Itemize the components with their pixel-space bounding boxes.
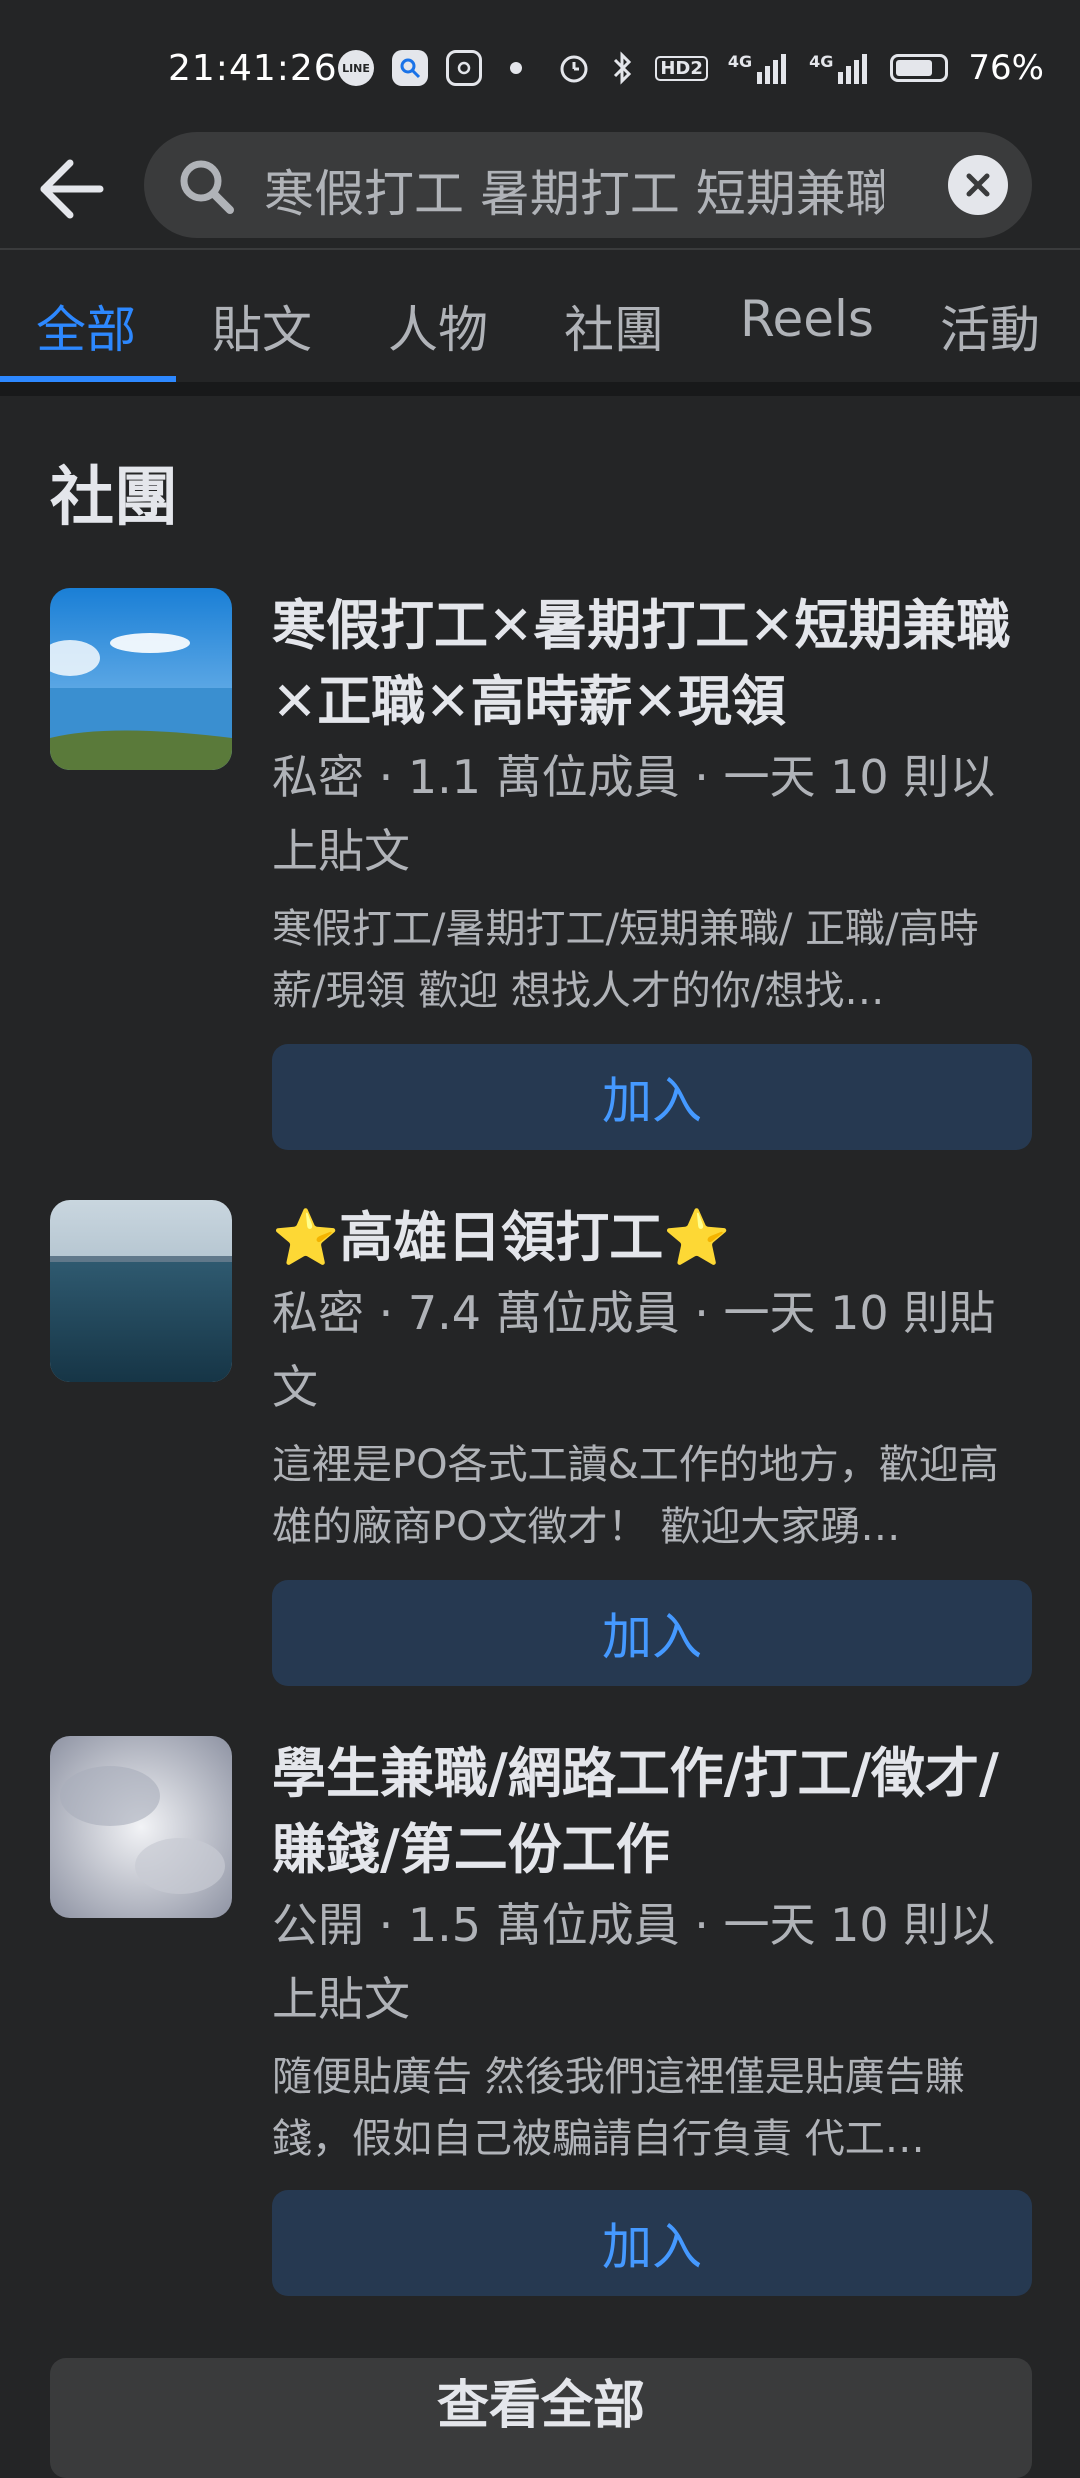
search-header: 寒假打工 暑期打工 短期兼職	[0, 130, 1080, 250]
search-icon	[180, 160, 234, 214]
notification-icons: LINE	[338, 50, 522, 86]
status-bar: 21:41:26 LINE HD2 4G 4G 76%	[0, 0, 1080, 130]
group-description: 這裡是PO各式工讀&工作的地方，歡迎高雄的廠商PO文徵才！ 歡迎大家踴…	[272, 1442, 999, 1550]
tab-reels[interactable]: Reels	[740, 290, 874, 348]
tab-groups[interactable]: 社團	[564, 290, 664, 362]
alarm-icon	[560, 55, 588, 83]
battery-icon	[890, 54, 949, 82]
search-input[interactable]: 寒假打工 暑期打工 短期兼職	[144, 132, 1032, 238]
clear-search-button[interactable]	[948, 155, 1008, 215]
tab-posts[interactable]: 貼文	[212, 290, 312, 362]
group-title[interactable]: ⭐高雄日領打工⭐	[272, 1200, 1012, 1276]
signal-2-icon: 4G	[809, 52, 870, 84]
group-meta: 私密 · 7.4 萬位成員 · 一天 10 則貼文	[272, 1286, 996, 1414]
group-cover-image	[50, 1736, 232, 1918]
tab-all[interactable]: 全部	[36, 290, 136, 362]
group-description: 寒假打工/暑期打工/短期兼職/ 正職/高時薪/現領 歡迎 想找人才的你/想找…	[272, 906, 979, 1014]
system-icons: HD2 4G 4G 76%	[557, 48, 1044, 88]
bluetooth-icon	[614, 51, 632, 85]
divider	[0, 382, 1080, 396]
join-button[interactable]: 加入	[272, 2190, 1032, 2296]
back-arrow-icon[interactable]	[38, 154, 108, 224]
battery-percent: 76%	[968, 48, 1044, 88]
tab-people[interactable]: 人物	[388, 290, 488, 362]
search-query[interactable]: 寒假打工 暑期打工 短期兼職	[264, 154, 884, 226]
group-cover-image	[50, 1200, 232, 1382]
filter-tabs: 全部 貼文 人物 社團 Reels 活動	[0, 252, 1080, 382]
join-button[interactable]: 加入	[272, 1580, 1032, 1686]
group-description: 隨便貼廣告 然後我們這裡僅是貼廣告賺錢，假如自己被騙請自行負責 代工…	[272, 2054, 965, 2162]
join-button[interactable]: 加入	[272, 1044, 1032, 1150]
signal-1-icon: 4G	[728, 52, 789, 84]
close-icon	[966, 173, 990, 197]
group-meta: 公開 · 1.5 萬位成員 · 一天 10 則以上貼文	[272, 1898, 996, 2026]
group-meta: 私密 · 1.1 萬位成員 · 一天 10 則以上貼文	[272, 750, 996, 878]
status-time: 21:41:26	[168, 48, 338, 89]
hd-icon: HD2	[655, 55, 708, 81]
section-title: 社團	[50, 461, 178, 535]
group-title[interactable]: 寒假打工✕暑期打工✕短期兼職✕正職✕高時薪✕現領	[272, 588, 1012, 740]
line-icon: LINE	[338, 50, 374, 86]
group-cover-image	[50, 588, 232, 770]
search-app-icon	[392, 50, 428, 86]
group-title[interactable]: 學生兼職/網路工作/打工/徵才/賺錢/第二份工作	[272, 1736, 1012, 1888]
instagram-icon	[446, 50, 482, 86]
dot-icon	[510, 62, 522, 74]
see-all-button[interactable]: 查看全部	[50, 2358, 1032, 2478]
tab-events[interactable]: 活動	[940, 290, 1040, 362]
